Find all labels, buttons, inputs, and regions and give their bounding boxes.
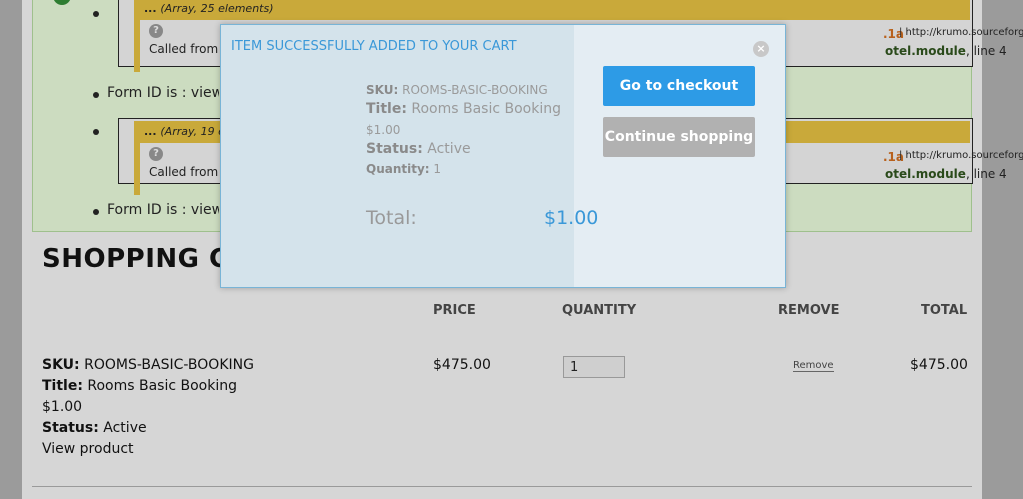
remove-button[interactable]: Remove [793,360,834,372]
item-status: Status: Active [42,420,147,436]
form-id-text: Form ID is : views [107,202,219,218]
krumo-file-name: otel.module [885,44,966,58]
modal-status: Status: Active [366,141,471,157]
item-title-label: Title: [42,378,83,394]
form-id-text: Form ID is : views [107,85,219,101]
item-sku: SKU: ROOMS-BASIC-BOOKING [42,357,254,373]
column-header-total: TOTAL [921,303,968,318]
krumo-array-desc: (Array, 25 elements) [160,2,274,15]
modal-quantity-value: 1 [433,162,442,176]
list-bullet [93,129,99,135]
krumo-url[interactable]: | http://krumo.sourceforge.net [899,27,1023,38]
item-sku-label: SKU: [42,357,80,373]
krumo-stripe [134,20,140,72]
modal-quantity-label: Quantity: [366,162,430,176]
item-title: Title: Rooms Basic Booking [42,378,237,394]
list-bullet [93,11,99,17]
modal-sku-label: SKU: [366,83,399,97]
modal-total-value: $1.00 [544,207,599,229]
krumo-file-ref: otel.module, line 4 [885,44,1007,58]
item-status-value: Active [103,420,147,436]
quantity-input[interactable] [563,356,625,378]
divider [32,486,972,487]
question-icon[interactable]: ? [149,24,163,38]
item-total: $475.00 [910,357,968,373]
right-gutter [982,0,1023,499]
krumo-called-from: Called from / [149,42,226,56]
column-header-quantity: QUANTITY [562,303,637,318]
column-header-price: PRICE [433,303,476,318]
question-icon[interactable]: ? [149,147,163,161]
modal-sku-value: ROOMS-BASIC-BOOKING [402,83,548,97]
page-title: SHOPPING CA [42,244,250,274]
list-bullet [93,92,99,98]
column-header-remove: REMOVE [778,303,840,318]
modal-title: Title: Rooms Basic Booking [366,101,561,117]
success-check-icon [53,0,71,5]
item-base-price: $1.00 [42,399,83,415]
item-title-value: Rooms Basic Booking [87,378,238,394]
krumo-array-header[interactable]: ... (Array, 25 elements) [134,0,970,20]
modal-price: $1.00 [366,123,401,137]
left-gutter [0,0,22,499]
krumo-file-line: , line 4 [965,44,1007,58]
modal-total-label: Total: [366,207,417,229]
modal-quantity: Quantity: 1 [366,162,441,176]
modal-title-label: Title: [366,101,407,117]
krumo-array-dots: ... [144,2,161,15]
modal-status-value: Active [427,141,471,157]
krumo-stripe [134,143,140,195]
krumo-url[interactable]: | http://krumo.sourceforge.net [899,150,1023,161]
continue-shopping-button[interactable]: Continue shopping [603,117,755,157]
close-icon[interactable]: × [753,41,769,57]
krumo-file-line: , line 4 [965,167,1007,181]
krumo-called-from: Called from / [149,165,226,179]
list-bullet [93,209,99,215]
modal-sku: SKU: ROOMS-BASIC-BOOKING [366,83,548,97]
krumo-file-ref: otel.module, line 4 [885,167,1007,181]
view-product-link[interactable]: View product [42,441,134,457]
item-status-label: Status: [42,420,99,436]
krumo-array-dots: ... [144,125,161,138]
item-price: $475.00 [433,357,491,373]
modal-status-label: Status: [366,141,423,157]
item-sku-value: ROOMS-BASIC-BOOKING [84,357,254,373]
modal-heading: ITEM SUCCESSFULLY ADDED TO YOUR CART [231,39,517,54]
krumo-file-name: otel.module [885,167,966,181]
add-to-cart-modal: ITEM SUCCESSFULLY ADDED TO YOUR CART × S… [220,24,786,288]
modal-title-value: Rooms Basic Booking [411,101,562,117]
go-to-checkout-button[interactable]: Go to checkout [603,66,755,106]
